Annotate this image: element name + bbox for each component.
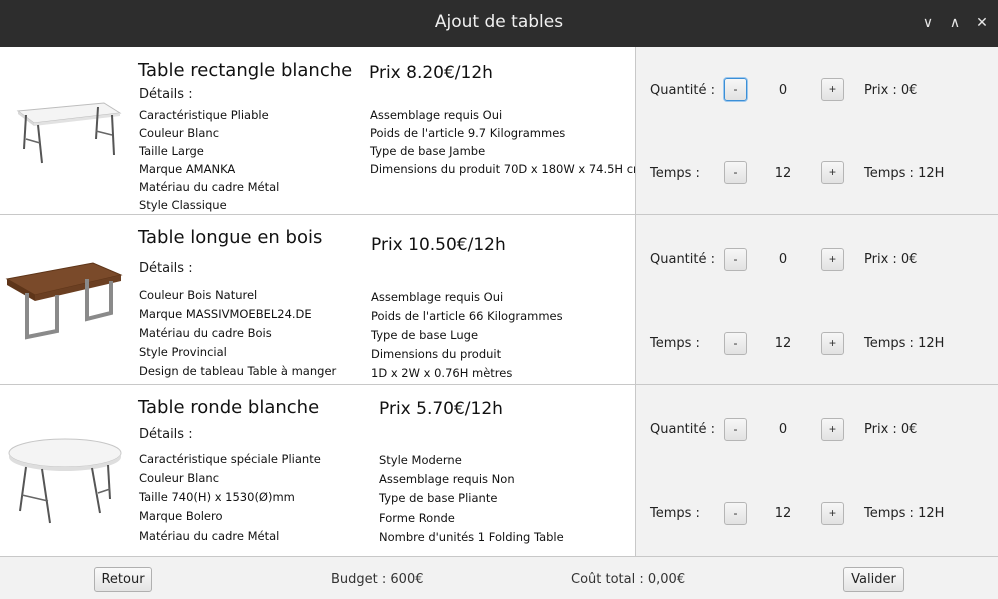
detail-line: Type de base Jambe [370,144,486,158]
time-decrease-button[interactable]: - [724,332,747,355]
budget-text: Budget : 600€ [331,572,424,587]
product-name: Table rectangle blanche [138,60,353,81]
detail-line: Forme Ronde [379,511,455,525]
detail-line: Taille 740(H) x 1530(Ø)mm [139,490,295,504]
product-controls: Quantité : - 0 + Prix : 0€ Temps : - 12 … [635,215,998,384]
time-info: Temps : 12H [864,336,945,351]
quantity-value[interactable]: 0 [768,83,798,98]
close-icon[interactable]: ✕ [972,12,992,32]
price-info: Prix : 0€ [864,422,918,437]
product-info: Table longue en bois Prix 10.50€/12h Dét… [0,215,635,384]
quantity-increase-button[interactable]: + [821,418,844,441]
quantity-label: Quantité : [650,252,715,267]
detail-line: Marque Bolero [139,509,223,523]
folding-table-image [16,102,122,164]
time-label: Temps : [650,336,700,351]
detail-line: Style Moderne [379,453,462,467]
time-increase-button[interactable]: + [821,502,844,525]
window-titlebar: Ajout de tables ∨ ∧ ✕ [0,0,998,47]
time-value[interactable]: 12 [768,336,798,351]
product-price: Prix 10.50€/12h [371,235,506,255]
detail-line: Poids de l'article 66 Kilogrammes [371,309,563,323]
time-label: Temps : [650,506,700,521]
detail-line: Type de base Pliante [379,491,498,505]
time-value[interactable]: 12 [768,506,798,521]
detail-line: 1D x 2W x 0.76H mètres [371,366,513,380]
detail-line: Dimensions du produit [371,347,502,361]
detail-line: Style Provincial [139,345,227,359]
validate-button[interactable]: Valider [843,567,904,592]
product-name: Table longue en bois [138,227,323,248]
time-info: Temps : 12H [864,506,945,521]
detail-line: Caractéristique Pliable [139,108,269,122]
detail-line: Type de base Luge [371,328,479,342]
time-decrease-button[interactable]: - [724,161,747,184]
product-info: Table ronde blanche Prix 5.70€/12h Détai… [0,385,635,556]
details-label: Détails : [139,87,193,102]
detail-line: Marque AMANKA [139,162,236,176]
quantity-decrease-button[interactable]: - [724,418,747,441]
detail-line: Dimensions du produit 70D x 180W x 74.5H… [370,162,645,176]
minimize-icon[interactable]: ∨ [918,12,938,32]
footer-bar: Retour Budget : 600€ Coût total : 0,00€ … [0,556,998,599]
quantity-value[interactable]: 0 [768,422,798,437]
detail-line: Caractéristique spéciale Pliante [139,452,321,466]
quantity-label: Quantité : [650,422,715,437]
price-info: Prix : 0€ [864,83,918,98]
detail-line: Poids de l'article 9.7 Kilogrammes [370,126,566,140]
round-table-image [8,438,122,524]
back-button[interactable]: Retour [94,567,152,592]
quantity-value[interactable]: 0 [768,252,798,267]
quantity-decrease-button[interactable]: - [724,78,747,101]
detail-line: Assemblage requis Non [379,472,515,486]
product-price: Prix 5.70€/12h [379,399,503,419]
details-label: Détails : [139,261,193,276]
quantity-decrease-button[interactable]: - [724,248,747,271]
product-row: Table ronde blanche Prix 5.70€/12h Détai… [0,385,998,556]
quantity-increase-button[interactable]: + [821,248,844,271]
maximize-icon[interactable]: ∧ [945,12,965,32]
product-name: Table ronde blanche [138,397,320,418]
detail-line: Couleur Bois Naturel [139,288,258,302]
time-label: Temps : [650,166,700,181]
detail-line: Matériau du cadre Bois [139,326,272,340]
product-controls: Quantité : - 0 + Prix : 0€ Temps : - 12 … [635,47,998,214]
product-controls: Quantité : - 0 + Prix : 0€ Temps : - 12 … [635,385,998,556]
wood-table-image [5,262,123,340]
detail-line: Design de tableau Table à manger [139,364,337,378]
detail-line: Marque MASSIVMOEBEL24.DE [139,307,312,321]
time-increase-button[interactable]: + [821,332,844,355]
time-decrease-button[interactable]: - [724,502,747,525]
detail-line: Couleur Blanc [139,471,220,485]
window-title: Ajout de tables [434,12,564,32]
total-cost-text: Coût total : 0,00€ [571,572,686,587]
detail-line: Assemblage requis Oui [371,290,504,304]
detail-line: Style Classique [139,198,227,212]
details-label: Détails : [139,427,193,442]
detail-line: Couleur Blanc [139,126,220,140]
time-value[interactable]: 12 [768,166,798,181]
time-increase-button[interactable]: + [821,161,844,184]
product-price: Prix 8.20€/12h [369,63,493,83]
product-row: Table longue en bois Prix 10.50€/12h Dét… [0,215,998,385]
detail-line: Matériau du cadre Métal [139,180,280,194]
detail-line: Assemblage requis Oui [370,108,503,122]
quantity-increase-button[interactable]: + [821,78,844,101]
price-info: Prix : 0€ [864,252,918,267]
quantity-label: Quantité : [650,83,715,98]
detail-line: Nombre d'unités 1 Folding Table [379,530,564,544]
time-info: Temps : 12H [864,166,945,181]
detail-line: Taille Large [139,144,204,158]
detail-line: Matériau du cadre Métal [139,529,280,543]
product-info: Table rectangle blanche Prix 8.20€/12h D… [0,47,644,214]
product-row: Table rectangle blanche Prix 8.20€/12h D… [0,47,998,215]
